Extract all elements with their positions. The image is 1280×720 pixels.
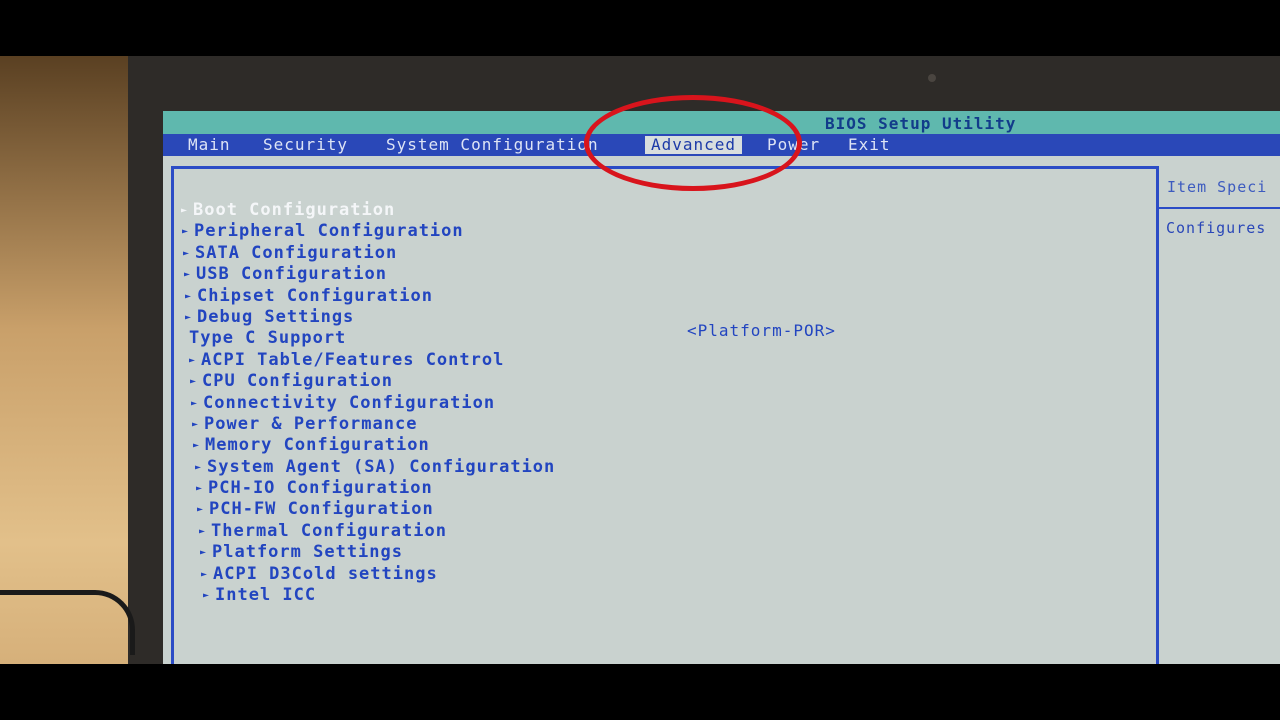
item-label: Connectivity Configuration (203, 392, 496, 413)
item-label: System Agent (SA) Configuration (207, 456, 556, 477)
item-label: CPU Configuration (202, 371, 393, 392)
item-label: Platform Settings (212, 542, 403, 563)
help-text: Configures (1166, 219, 1267, 237)
item-label: ACPI Table/Features Control (201, 349, 505, 370)
item-label: Thermal Configuration (211, 520, 447, 541)
tab-exit[interactable]: Exit (842, 136, 897, 154)
item-label: Boot Configuration (193, 200, 396, 220)
item-label: Intel ICC (215, 585, 317, 606)
pane-divider (1156, 166, 1159, 664)
item-label: Power & Performance (204, 413, 418, 434)
submenu-arrow-icon: ► (193, 440, 201, 452)
item-pch-io-configuration[interactable]: ► PCH-IO Configuration (196, 478, 556, 499)
item-usb-configuration[interactable]: ► USB Configuration (184, 264, 544, 285)
item-platform-settings[interactable]: ► Platform Settings (200, 542, 560, 563)
submenu-arrow-icon: ► (182, 226, 190, 238)
item-label: Debug Settings (197, 306, 355, 327)
submenu-arrow-icon: ► (201, 568, 209, 580)
submenu-arrow-icon: ► (190, 376, 198, 388)
help-header: Item Speci (1167, 178, 1268, 196)
bios-title: BIOS Setup Utility (825, 114, 1017, 133)
item-label: Peripheral Configuration (194, 221, 464, 242)
bios-screen: BIOS Setup Utility Main Security System … (163, 111, 1280, 664)
item-cpu-configuration[interactable]: ► CPU Configuration (190, 371, 550, 392)
tab-security[interactable]: Security (257, 136, 354, 154)
item-peripheral-configuration[interactable]: ► Peripheral Configuration (182, 221, 542, 242)
item-label: PCH-IO Configuration (208, 478, 433, 499)
submenu-arrow-icon: ► (189, 354, 197, 366)
item-intel-icc[interactable]: ► Intel ICC (203, 585, 563, 606)
submenu-arrow-icon: ► (199, 525, 207, 537)
red-highlight-circle (584, 95, 802, 191)
item-label: ACPI D3Cold settings (213, 563, 438, 584)
submenu-arrow-icon: ► (197, 504, 205, 516)
submenu-arrow-icon: ► (203, 590, 211, 602)
item-label: PCH-FW Configuration (209, 499, 434, 520)
item-chipset-configuration[interactable]: ► Chipset Configuration (185, 286, 545, 307)
item-type-c-support[interactable]: Type C Support (189, 328, 549, 349)
item-connectivity-configuration[interactable]: ► Connectivity Configuration (191, 393, 551, 414)
submenu-arrow-icon: ► (185, 290, 193, 302)
submenu-arrow-icon: ► (184, 269, 192, 281)
letterbox-bottom (0, 664, 1280, 720)
type-c-support-value[interactable]: <Platform-POR> (687, 321, 836, 340)
wall-background (0, 56, 128, 664)
item-system-agent-configuration[interactable]: ► System Agent (SA) Configuration (195, 457, 555, 478)
webcam-dot (928, 74, 936, 82)
item-power-performance[interactable]: ► Power & Performance (192, 414, 552, 435)
submenu-arrow-icon: ► (192, 418, 200, 430)
item-label: SATA Configuration (195, 242, 398, 263)
item-acpi-table-features-control[interactable]: ► ACPI Table/Features Control (189, 350, 549, 371)
item-label: Type C Support (189, 328, 347, 349)
item-boot-configuration[interactable]: ► Boot Configuration (181, 200, 541, 221)
submenu-arrow-icon: ► (196, 483, 204, 495)
item-thermal-configuration[interactable]: ► Thermal Configuration (199, 521, 559, 542)
item-sata-configuration[interactable]: ► SATA Configuration (183, 243, 543, 264)
item-memory-configuration[interactable]: ► Memory Configuration (193, 435, 553, 456)
submenu-arrow-icon: ► (195, 461, 203, 473)
item-label: Memory Configuration (205, 435, 430, 456)
submenu-arrow-icon: ► (183, 247, 191, 259)
submenu-arrow-icon: ► (181, 205, 189, 216)
item-pch-fw-configuration[interactable]: ► PCH-FW Configuration (197, 499, 557, 520)
submenu-arrow-icon: ► (185, 311, 193, 323)
advanced-menu-list: ► Boot Configuration ► Peripheral Configur… (181, 200, 554, 606)
item-acpi-d3cold-settings[interactable]: ► ACPI D3Cold settings (201, 564, 561, 585)
submenu-arrow-icon: ► (191, 397, 199, 409)
cable (0, 590, 135, 655)
tab-main[interactable]: Main (182, 136, 237, 154)
letterbox-top (0, 0, 1280, 56)
tab-system-configuration[interactable]: System Configuration (380, 136, 605, 154)
item-label: Chipset Configuration (197, 285, 433, 306)
submenu-arrow-icon: ► (200, 547, 208, 559)
item-label: USB Configuration (196, 264, 387, 285)
item-debug-settings[interactable]: ► Debug Settings (185, 307, 545, 328)
help-rule (1159, 207, 1280, 209)
